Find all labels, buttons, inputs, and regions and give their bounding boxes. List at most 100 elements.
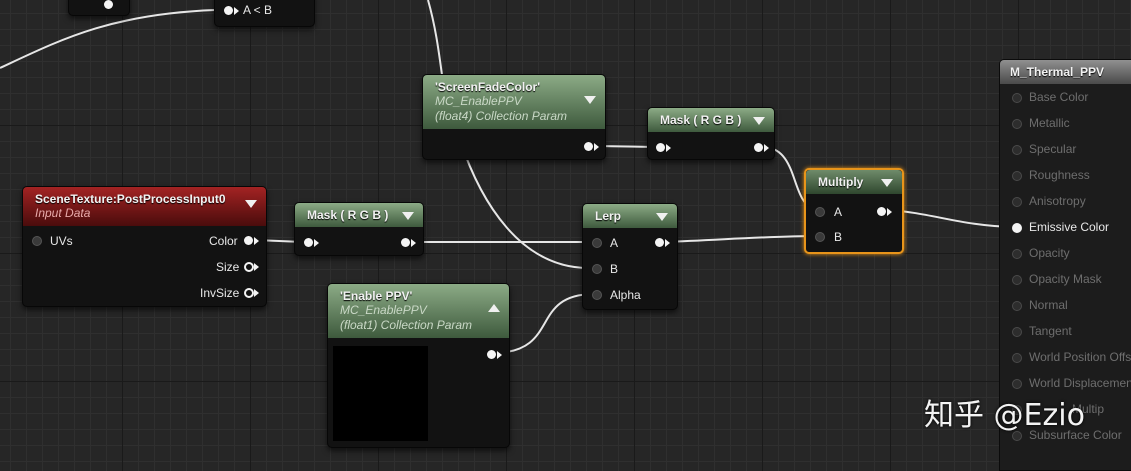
label-opacity: Opacity [1029,246,1070,260]
node-header[interactable]: Multiply [806,170,902,194]
wire-ppv-to-alpha [496,293,594,354]
pin-normal[interactable] [1012,301,1022,311]
pin-metallic[interactable] [1012,119,1022,129]
preview-swatch [333,346,428,441]
uvs-input-pin[interactable] [32,236,42,246]
color-label: Color [209,234,238,248]
label-world-displacement: World Displacement [1029,376,1131,390]
node-header[interactable]: Mask ( R G B ) [295,203,423,227]
node-header[interactable]: Mask ( R G B ) [648,108,774,132]
pin-world-displacement[interactable] [1012,379,1022,389]
multiply-b-label: B [834,230,843,244]
collapse-arrow-icon[interactable] [584,96,596,104]
label-normal: Normal [1029,298,1068,312]
label-emissive-color: Emissive Color [1029,220,1110,234]
pin-arrow-icon [314,239,319,247]
pin-arrow-icon [411,239,416,247]
output-pin[interactable] [754,143,763,152]
node-compare[interactable]: A < B [214,0,315,27]
node-subtitle: MC_EnablePPV [435,94,522,108]
label-specular: Specular [1029,142,1077,156]
expand-arrow-icon[interactable] [488,304,500,312]
node-mask-rgb-middle[interactable]: Mask ( R G B ) [294,202,424,256]
node-title: 'Enable PPV' [340,289,413,303]
node-multiply[interactable]: Multiply A B [804,168,904,254]
label-opacity-mask: Opacity Mask [1029,272,1102,286]
collapse-arrow-icon[interactable] [753,117,765,125]
output-pin[interactable] [104,0,113,9]
pin-base-color[interactable] [1012,93,1022,103]
node-lerp[interactable]: Lerp A B Alpha [582,203,678,310]
multiply-b-input-pin[interactable] [815,232,825,242]
lerp-alpha-label: Alpha [610,288,641,302]
compare-pin-label: A < B [243,3,273,17]
node-header[interactable]: 'Enable PPV' MC_EnablePPV (float1) Colle… [328,284,509,338]
pin-arrow-icon [254,263,259,271]
pin-anisotropy[interactable] [1012,197,1022,207]
node-subtitle-type: (float1) Collection Param [340,318,473,332]
pin-arrow-icon [254,237,259,245]
multiply-a-input-pin[interactable] [815,207,825,217]
node-upstream-partial[interactable] [68,0,130,16]
lerp-output-pin[interactable] [655,238,664,247]
collapse-arrow-icon[interactable] [656,213,668,221]
result-title: M_Thermal_PPV [1010,65,1105,79]
pin-arrow-icon [666,144,671,152]
pin-arrow-icon [764,144,769,152]
size-output-pin[interactable] [244,262,254,272]
pin-opacity[interactable] [1012,249,1022,259]
label-world-position-offset: World Position Offs [1029,350,1131,364]
input-pin[interactable] [656,143,665,152]
label-tangent: Tangent [1029,324,1072,338]
node-screen-fade-color[interactable]: 'ScreenFadeColor' MC_EnablePPV (float4) … [422,74,606,160]
pin-emissive-color[interactable] [1012,223,1022,233]
node-title: Multiply [818,175,864,189]
invsize-output-pin[interactable] [244,288,254,298]
pin-roughness[interactable] [1012,171,1022,181]
watermark: 知乎 @Ezio [924,398,1085,433]
pin-world-position-offset[interactable] [1012,353,1022,363]
result-header[interactable]: M_Thermal_PPV [1000,60,1131,84]
pin-arrow-icon [887,208,892,216]
node-title: 'ScreenFadeColor' [435,80,541,94]
output-pin[interactable] [584,142,593,151]
node-scene-texture[interactable]: SceneTexture:PostProcessInput0 Input Dat… [22,186,267,307]
output-pin[interactable] [401,238,410,247]
collapse-arrow-icon[interactable] [402,212,414,220]
color-output-pin[interactable] [244,236,253,245]
lerp-b-label: B [610,262,619,276]
multiply-output-pin[interactable] [877,207,886,216]
node-subtitle: MC_EnablePPV [340,303,427,317]
node-subtitle-type: (float4) Collection Param [435,109,568,123]
output-pin[interactable] [487,350,496,359]
lerp-a-input-pin[interactable] [592,238,602,248]
compare-pin[interactable] [224,6,233,15]
input-pin[interactable] [304,238,313,247]
node-title: Lerp [595,209,622,223]
label-metallic: Metallic [1029,116,1070,130]
node-header[interactable]: 'ScreenFadeColor' MC_EnablePPV (float4) … [423,75,605,129]
pin-arrow-icon [665,239,670,247]
node-title: Mask ( R G B ) [307,208,389,222]
node-title: Mask ( R G B ) [660,113,742,127]
lerp-alpha-input-pin[interactable] [592,290,602,300]
invsize-label: InvSize [200,286,240,300]
node-header[interactable]: SceneTexture:PostProcessInput0 Input Dat… [23,187,266,226]
pin-arrow-icon [254,289,259,297]
collapse-arrow-icon[interactable] [881,179,893,187]
node-enable-ppv[interactable]: 'Enable PPV' MC_EnablePPV (float1) Colle… [327,283,510,448]
pin-opacity-mask[interactable] [1012,275,1022,285]
node-header[interactable]: Lerp [583,204,677,228]
pin-tangent[interactable] [1012,327,1022,337]
label-anisotropy: Anisotropy [1029,194,1086,208]
node-mask-rgb-top[interactable]: Mask ( R G B ) [647,107,775,160]
collapse-arrow-icon[interactable] [245,200,257,208]
lerp-a-label: A [610,236,619,250]
size-label: Size [216,260,240,274]
multiply-a-label: A [834,205,843,219]
node-title: SceneTexture:PostProcessInput0 [35,192,226,206]
wire-compare-left [0,9,216,69]
uvs-label: UVs [50,234,73,248]
lerp-b-input-pin[interactable] [592,264,602,274]
pin-specular[interactable] [1012,145,1022,155]
